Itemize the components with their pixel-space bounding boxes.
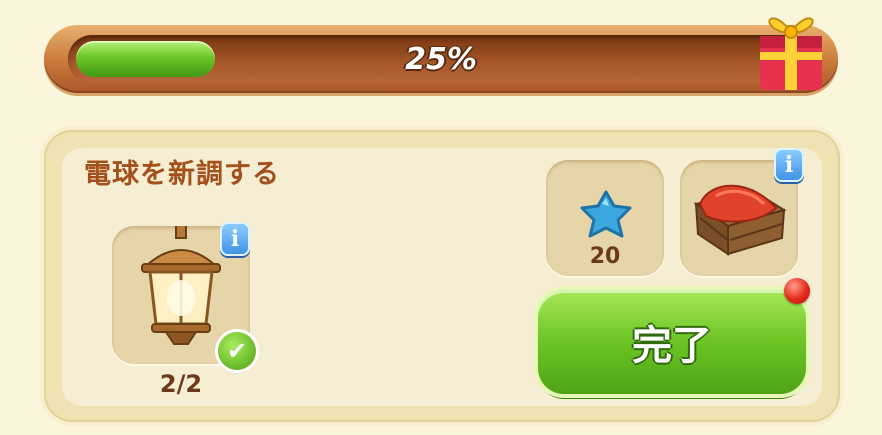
level-progress-bar: 25% [68,35,814,83]
crate-info-button[interactable]: i [774,148,804,182]
completed-check-icon: ✔ [218,332,256,370]
notification-dot [784,278,810,304]
star-reward-amount: 20 [589,244,621,269]
item-info-button[interactable]: i [220,222,250,256]
item-progress-count: 2/2 [159,370,203,398]
complete-button[interactable]: 完了 [538,290,806,394]
level-progress-label: 25% [405,41,477,77]
task-title: 電球を新調する [84,159,280,190]
gift-box-icon[interactable] [752,2,830,92]
